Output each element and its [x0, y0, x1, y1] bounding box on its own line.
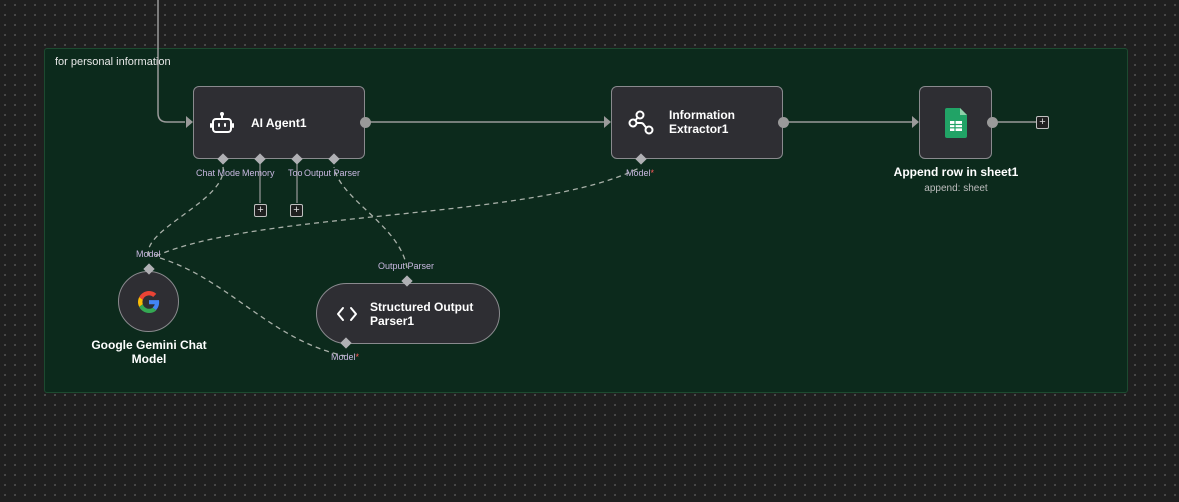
add-next-node-button[interactable]: + — [1036, 116, 1049, 129]
gemini-chat-model-node[interactable] — [118, 271, 179, 332]
port-label-parser-model: Model* — [331, 352, 360, 362]
add-memory-button[interactable]: + — [254, 204, 267, 217]
plus-icon: + — [1039, 116, 1046, 128]
parser-title-line2: Parser1 — [370, 314, 415, 328]
parser-title-line1: Structured Output — [370, 300, 474, 314]
google-sheets-input-port[interactable] — [912, 116, 919, 128]
ai-agent-output-port[interactable] — [360, 117, 371, 128]
structured-output-parser-node[interactable]: Structured Output Parser1 — [316, 283, 500, 344]
information-extractor-node[interactable]: Information Extractor1 — [611, 86, 783, 159]
port-label-memory: Memory — [242, 168, 275, 178]
google-sheets-subtitle: append: sheet — [924, 183, 988, 194]
google-sheets-output-port[interactable] — [987, 117, 998, 128]
gemini-chat-model-title: Google Gemini Chat Model — [69, 338, 229, 366]
ai-agent-input-port[interactable] — [186, 116, 193, 128]
plus-icon: + — [257, 204, 264, 216]
information-extractor-title-line2: Extractor1 — [669, 122, 729, 136]
google-sheets-node[interactable] — [919, 86, 992, 159]
port-label-chat-model: Chat Mode — [196, 168, 241, 178]
information-extractor-title: Information Extractor1 — [669, 108, 735, 136]
port-label-gemini-model: Model — [136, 249, 161, 259]
port-label-output-parser: Output Parser — [304, 168, 361, 178]
plus-icon: + — [293, 204, 300, 216]
ai-agent-node[interactable]: AI Agent1 — [193, 86, 365, 159]
add-tool-button[interactable]: + — [290, 204, 303, 217]
gemini-title-line1: Google Gemini Chat — [91, 338, 207, 352]
structured-output-parser-title: Structured Output Parser1 — [370, 300, 473, 328]
robot-icon — [210, 111, 234, 135]
code-brackets-icon — [336, 304, 358, 324]
sticky-note-text: for personal information — [55, 56, 171, 68]
port-label-tool: Too — [288, 168, 303, 178]
gemini-title-line2: Model — [131, 352, 167, 366]
google-g-icon — [137, 290, 160, 313]
information-extractor-title-line1: Information — [669, 108, 735, 122]
port-label-parser-output: Output Parser — [378, 261, 435, 271]
ai-agent-title: AI Agent1 — [251, 116, 307, 130]
share-nodes-icon — [627, 109, 655, 137]
information-extractor-input-port[interactable] — [604, 116, 611, 128]
google-sheets-title: Append row in sheet1 — [893, 165, 1019, 179]
information-extractor-output-port[interactable] — [778, 117, 789, 128]
google-sheets-icon — [944, 107, 967, 138]
port-label-extractor-model: Model* — [626, 168, 655, 178]
